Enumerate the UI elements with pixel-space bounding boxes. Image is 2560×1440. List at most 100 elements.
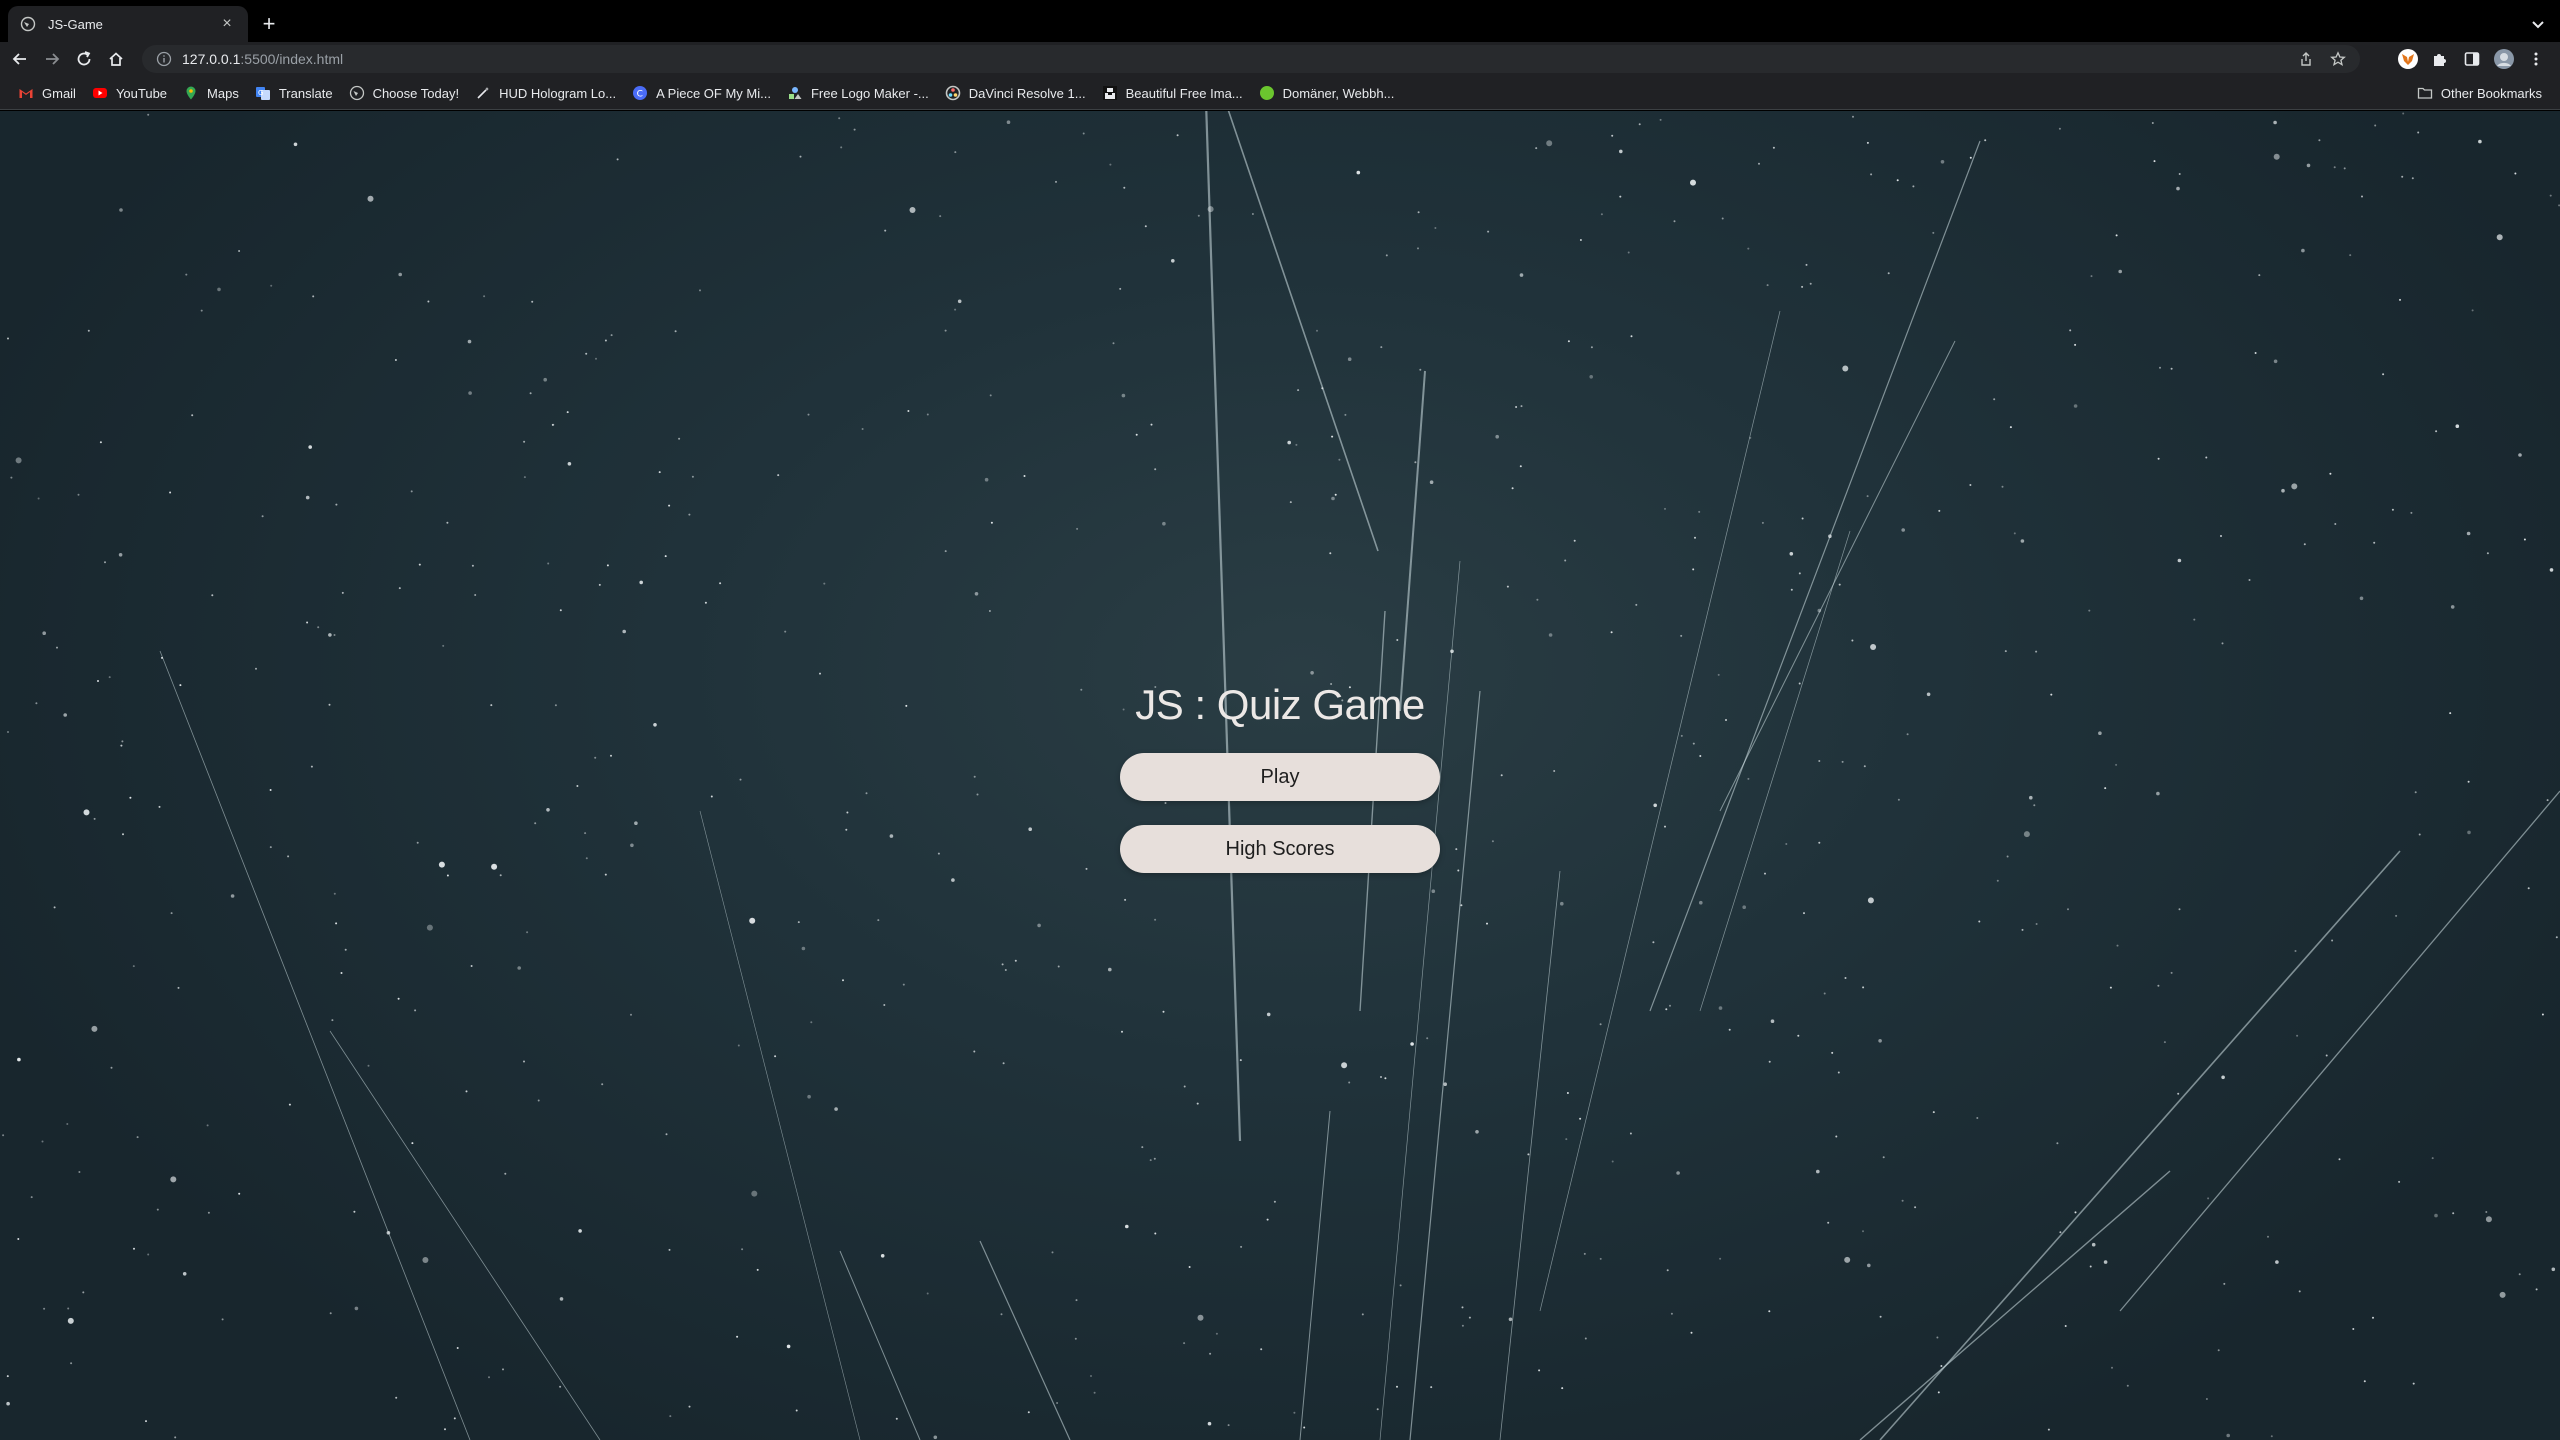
star [1075,1299,1078,1302]
star [674,330,677,333]
star [269,789,272,791]
star [865,792,868,795]
star [1410,1042,1414,1046]
star [1573,539,1576,542]
star [2047,1428,2050,1431]
forward-button[interactable] [40,47,64,71]
star [1600,213,1603,216]
star-icon[interactable] [2326,47,2350,71]
bookmark-item[interactable]: Choose Today! [341,80,468,106]
star [1842,365,1849,372]
star [335,503,338,506]
bookmark-item[interactable]: Beautiful Free Ima... [1094,80,1251,106]
star [1506,585,1509,588]
star [1828,534,1832,538]
star [584,832,587,835]
star [37,497,40,500]
star [1823,992,1826,995]
star [1801,517,1804,520]
star [305,495,310,500]
star [1536,598,1539,601]
bookmark-item[interactable]: HUD Hologram Lo... [467,80,624,106]
bookmark-item[interactable]: DaVinci Resolve 1... [937,80,1094,106]
star [1289,501,1292,504]
star [2306,163,2311,168]
bookmark-item[interactable]: YouTube [84,80,175,106]
star [2157,984,2160,987]
bookmark-item[interactable]: G Translate [247,80,341,106]
star [2418,833,2421,836]
star [63,713,67,717]
bookmark-label: Choose Today! [372,85,460,101]
star [174,1436,177,1439]
star [1766,284,1769,287]
avatar[interactable] [2492,47,2516,71]
star [2273,359,2278,364]
folder-icon [2417,85,2433,101]
tab-js-game[interactable]: JS-Game × [8,6,248,42]
star [1719,1257,1722,1260]
star [749,917,756,924]
chevron-down-icon[interactable] [2526,12,2550,36]
bookmark-item[interactable]: Domäner, Webbh... [1251,80,1403,106]
star [474,594,477,596]
star [333,634,336,636]
star [1978,920,1981,923]
star [1564,559,1567,562]
star [598,583,601,586]
star [1770,1019,1775,1023]
star [490,704,493,707]
star [488,1376,490,1379]
url-text: 127.0.0.1:5500/index.html [182,51,344,67]
metamask-fox-icon[interactable] [2396,47,2420,71]
bookmark-item[interactable]: C A Piece OF My Mi... [624,80,779,106]
new-tab-button[interactable]: + [256,11,282,37]
star [944,550,947,553]
bookmark-item[interactable]: Maps [175,80,247,106]
star [1037,923,1041,928]
star [1996,879,1999,882]
reload-button[interactable] [72,47,96,71]
home-button[interactable] [104,47,128,71]
star [230,894,235,898]
star [846,811,849,814]
address-bar[interactable]: 127.0.0.1:5500/index.html [142,45,2360,73]
star [784,630,787,633]
star [170,1176,177,1183]
bookmark-item[interactable]: Gmail [10,80,84,106]
info-icon[interactable] [156,51,172,67]
star [17,1238,20,1240]
star [1310,671,1314,675]
share-icon[interactable] [2294,47,2318,71]
star [2111,1366,2113,1369]
star-trail [1499,870,1561,1440]
star [1561,1387,1564,1390]
side-panel-icon[interactable] [2460,47,2484,71]
star [2273,120,2277,125]
star [2221,642,2224,645]
more-menu-icon[interactable] [2524,47,2548,71]
star [1837,1071,1840,1074]
star [502,1368,504,1371]
play-button[interactable]: Play [1120,753,1440,801]
star [2115,234,2118,237]
star [1457,869,1460,872]
star [1589,375,1593,379]
star [1579,1117,1582,1120]
star [147,113,150,116]
gmail-icon [18,85,34,101]
star [438,861,445,868]
other-bookmarks-button[interactable]: Other Bookmarks [2409,80,2550,106]
high-scores-button[interactable]: High Scores [1120,825,1440,873]
puzzle-icon[interactable] [2428,47,2452,71]
star [2153,160,2156,163]
close-icon[interactable]: × [218,15,236,33]
star [1303,1426,1306,1429]
bookmark-item[interactable]: Free Logo Maker -... [779,80,937,106]
star [2431,1157,2434,1160]
star [1747,247,1750,250]
star [1548,633,1553,637]
star [2343,167,2346,170]
back-button[interactable] [8,47,32,71]
star [861,428,864,430]
